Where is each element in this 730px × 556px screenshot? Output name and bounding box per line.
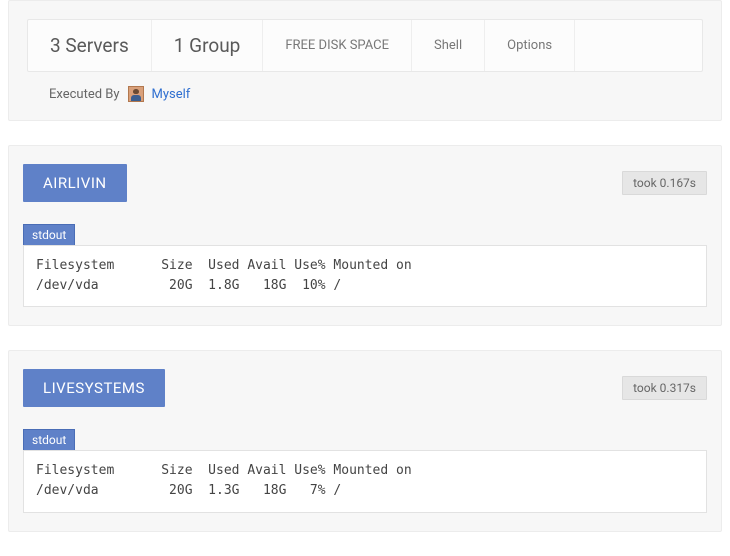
summary-card: 3 Servers 1 Group FREE DISK SPACE Shell … (8, 0, 722, 121)
group-count[interactable]: 1 Group (152, 20, 264, 71)
duration-badge: took 0.317s (622, 376, 707, 400)
page-root: 3 Servers 1 Group FREE DISK SPACE Shell … (0, 0, 730, 532)
avatar-icon (128, 86, 144, 102)
stream-label: stdout (23, 429, 75, 450)
output-box[interactable]: Filesystem Size Used Avail Use% Mounted … (23, 450, 707, 512)
command-label[interactable]: FREE DISK SPACE (263, 20, 412, 71)
stream-label: stdout (23, 224, 75, 245)
result-panel: LIVESYSTEMS took 0.317s stdout Filesyste… (8, 350, 722, 531)
summary-header-row: 3 Servers 1 Group FREE DISK SPACE Shell … (27, 19, 703, 72)
shell-tab[interactable]: Shell (412, 20, 485, 71)
servers-count[interactable]: 3 Servers (28, 20, 152, 71)
duration-badge: took 0.167s (622, 171, 707, 195)
options-tab[interactable]: Options (485, 20, 575, 71)
header-spacer (575, 20, 702, 71)
executed-by-label: Executed By (49, 87, 120, 102)
result-header: LIVESYSTEMS took 0.317s (23, 369, 707, 407)
server-name-badge[interactable]: LIVESYSTEMS (23, 369, 165, 407)
server-name-badge[interactable]: AIRLIVIN (23, 164, 127, 202)
result-header: AIRLIVIN took 0.167s (23, 164, 707, 202)
output-box[interactable]: Filesystem Size Used Avail Use% Mounted … (23, 245, 707, 307)
result-panel: AIRLIVIN took 0.167s stdout Filesystem S… (8, 145, 722, 326)
executed-by-row: Executed By Myself (27, 86, 703, 102)
executed-by-user-link[interactable]: Myself (152, 87, 191, 102)
